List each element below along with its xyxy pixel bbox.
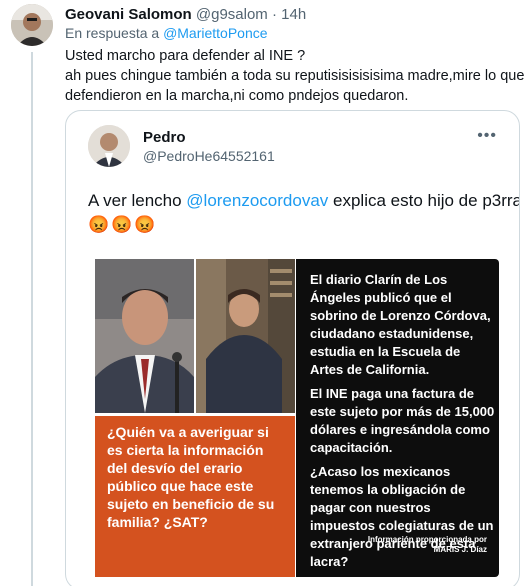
quoted-text: A ver lencho @lorenzocordovav explica es… — [88, 191, 520, 211]
quoted-tweet[interactable]: Pedro @PedroHe64552161 ••• A ver lencho … — [65, 110, 520, 586]
photo-young-man — [196, 259, 295, 413]
tweet-text: Usted marcho para defender al INE ? ah p… — [65, 46, 525, 106]
tweet-text-line: Usted marcho para defender al INE ? — [65, 48, 306, 64]
quoted-media-image[interactable]: ¿Quién va a averiguar si es cierta la in… — [91, 259, 499, 577]
image-credit: Información proporcionada por MARIS J. D… — [368, 535, 487, 555]
mention-link[interactable]: @lorenzocordovav — [186, 191, 328, 210]
more-options-icon[interactable]: ••• — [477, 127, 497, 145]
thread-line — [31, 52, 33, 586]
dark-panel-paragraph: El INE paga una factura de este sujeto p… — [310, 386, 495, 455]
author-handle[interactable]: @g9salom — [196, 6, 268, 23]
dark-panel-paragraph: El diario Clarín de Los Ángeles publicó … — [310, 272, 491, 377]
angry-emoji-icons: 😡😡😡 — [88, 215, 158, 234]
tweet-time[interactable]: 14h — [281, 6, 306, 23]
author-name[interactable]: Geovani Salomon — [65, 6, 192, 23]
credit-line: MARIS J. Díaz — [433, 545, 487, 554]
replying-to-handle[interactable]: @MariettoPonce — [163, 25, 267, 41]
tweet-text-line: defendieron en la marcha,ni como pndejos… — [65, 88, 409, 104]
quoted-avatar[interactable] — [88, 125, 130, 167]
avatar[interactable] — [11, 4, 53, 46]
quoted-author-handle[interactable]: @PedroHe64552161 — [143, 148, 275, 164]
quoted-text-end: explica esto hijo de p3rra. — [328, 191, 520, 210]
dot-separator: · — [271, 6, 277, 23]
replying-to-prefix: En respuesta a — [65, 25, 160, 41]
reply-header: Geovani Salomon @g9salom · 14h — [65, 6, 306, 23]
quoted-text-start: A ver lencho — [88, 191, 187, 210]
tweet-reply: Geovani Salomon @g9salom · 14h En respue… — [0, 0, 529, 586]
quoted-author-name[interactable]: Pedro — [143, 129, 186, 146]
dark-panel-text: El diario Clarín de Los Ángeles publicó … — [310, 271, 495, 577]
credit-line: Información proporcionada por — [367, 535, 487, 544]
photo-man-suit — [95, 259, 194, 413]
orange-panel-text: ¿Quién va a averiguar si es cierta la in… — [107, 424, 275, 530]
tweet-text-line: ah pues chingue también a toda su reputi… — [65, 68, 525, 84]
replying-to: En respuesta a @MariettoPonce — [65, 25, 268, 41]
